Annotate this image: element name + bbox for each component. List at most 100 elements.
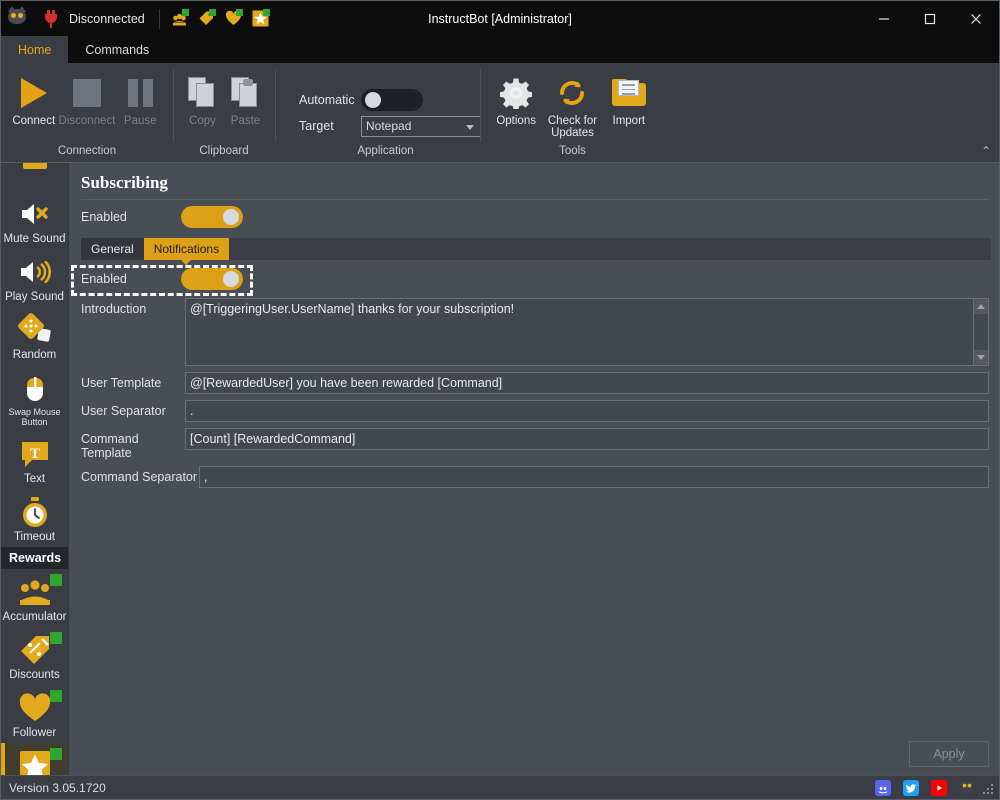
minimize-icon[interactable] [861,1,907,36]
options-button[interactable]: Options [488,69,544,127]
maximize-icon[interactable] [907,1,953,36]
accumulator-quick-icon[interactable] [171,9,189,27]
owl-logo-icon[interactable] [959,780,975,796]
stop-icon [72,73,101,113]
introduction-input[interactable]: @[TriggeringUser.UserName] thanks for yo… [185,298,974,366]
ribbon-tab-home[interactable]: Home [1,36,69,63]
introduction-wrapper: @[TriggeringUser.UserName] thanks for yo… [185,298,989,366]
twitter-icon[interactable] [903,779,919,796]
ribbon: Connect Disconnect Pause Connection Copy… [1,63,999,163]
heart-icon [18,690,62,725]
tab-notifications[interactable]: Notifications [143,238,230,265]
label-user-template: User Template [81,376,162,390]
application-window: Disconnected InstructBot [Administrator]… [0,0,1000,800]
label-command-template: Command Template [81,432,139,460]
chevron-down-icon [466,124,474,130]
paste-label: Paste [230,115,261,127]
field-row-command-template: Command Template [81,428,989,460]
pause-button[interactable]: Pause [115,69,165,127]
field-row-introduction: Introduction @[TriggeringUser.UserName] … [81,298,989,366]
enabled-label-notifications: Enabled [81,272,127,286]
sidebar-section-rewards: Rewards [1,547,68,569]
label-command-separator: Command Separator [81,470,198,484]
disconnect-label: Disconnect [58,115,116,127]
check-for-updates-label: Check for Updates [548,115,597,139]
sidebar-item-random[interactable]: Random [1,307,68,365]
target-label: Target [299,119,334,133]
sidebar-item-timeout[interactable]: Timeout [1,489,68,547]
svg-text:T: T [29,446,39,462]
group-label-clipboard: Clipboard [199,145,249,157]
automatic-toggle[interactable] [361,89,423,111]
subscriber-quick-icon[interactable] [252,9,270,27]
content-tab-strip[interactable]: General Notifications [81,238,991,265]
sidebar-item-swap-mouse-button[interactable]: Swap Mouse Button [1,365,68,431]
dice-icon [17,313,52,347]
import-label: Import [612,115,646,127]
ribbon-tab-strip[interactable]: Home Commands [1,36,999,63]
star-icon [18,748,62,775]
quick-icon-badge [181,9,189,16]
mute-sound-icon [18,197,52,231]
apply-button[interactable]: Apply [909,741,989,767]
target-dropdown[interactable]: Notepad [361,115,481,137]
collapse-ribbon-icon[interactable]: ⌃ [981,144,991,158]
status-bar: Version 3.05.1720 [1,775,999,799]
swap-line-2: Button [21,417,48,427]
import-button[interactable]: Import [601,69,657,127]
owl-logo-icon [6,5,32,32]
pause-icon [127,73,153,113]
copy-button[interactable]: Copy [181,69,224,127]
status-bar-icons[interactable] [875,779,999,796]
youtube-icon[interactable] [931,779,947,796]
field-row-user-separator: User Separator [81,400,989,422]
sidebar-label-play-sound: Play Sound [5,291,64,303]
resize-grip-icon[interactable] [983,784,995,796]
sidebar-item-text[interactable]: T Text [1,431,68,489]
sidebar-label-random: Random [12,349,57,361]
sidebar-item-mute-sound[interactable]: Mute Sound [1,191,68,249]
sidebar-item-follower[interactable]: Follower [1,685,68,743]
enabled-toggle-main[interactable] [181,206,243,228]
sidebar-item-input[interactable]: Input [1,163,68,191]
introduction-scrollbar[interactable] [974,298,989,366]
play-sound-icon [18,255,52,289]
quick-icon-badge [208,9,216,16]
sidebar-badge [49,574,62,586]
connect-label: Connect [12,115,56,127]
gear-icon [500,73,533,113]
titlebar-divider [158,8,160,29]
follower-quick-icon[interactable] [225,9,243,27]
scroll-up-icon[interactable] [974,299,988,314]
discount-tag-icon [18,632,62,667]
user-template-input[interactable] [185,372,989,394]
user-separator-input[interactable] [185,400,989,422]
sidebar-item-play-sound[interactable]: Play Sound [1,249,68,307]
tab-general[interactable]: General [81,238,144,260]
command-template-input[interactable] [185,428,989,450]
command-separator-input[interactable] [199,466,989,488]
enabled-toggle-notifications[interactable] [181,268,243,290]
paste-button[interactable]: Paste [224,69,267,127]
group-label-application: Application [357,145,414,157]
discord-icon[interactable] [875,779,891,796]
scroll-down-icon[interactable] [974,350,988,365]
disconnect-button[interactable]: Disconnect [58,69,116,127]
check-for-updates-button[interactable]: Check for Updates [544,69,600,139]
quick-access-toolbar[interactable] [171,9,270,27]
sidebar[interactable]: Input Mute Sound [1,163,69,775]
ribbon-tab-commands[interactable]: Commands [68,36,166,63]
paste-icon [230,73,261,113]
sidebar-label-discounts: Discounts [9,669,60,681]
sidebar-item-subscriber[interactable]: Subscriber [1,743,68,775]
connect-button[interactable]: Connect [9,69,59,127]
close-icon[interactable] [953,1,999,36]
apply-row: Apply [69,741,999,775]
sidebar-item-discounts[interactable]: Discounts [1,627,68,685]
group-label-tools: Tools [559,145,586,157]
sidebar-badge [49,632,62,644]
window-controls [861,1,999,36]
discounts-quick-icon[interactable] [198,9,216,27]
sidebar-item-accumulator[interactable]: Accumulator [1,569,68,627]
swap-mouse-button-icon [18,371,52,405]
